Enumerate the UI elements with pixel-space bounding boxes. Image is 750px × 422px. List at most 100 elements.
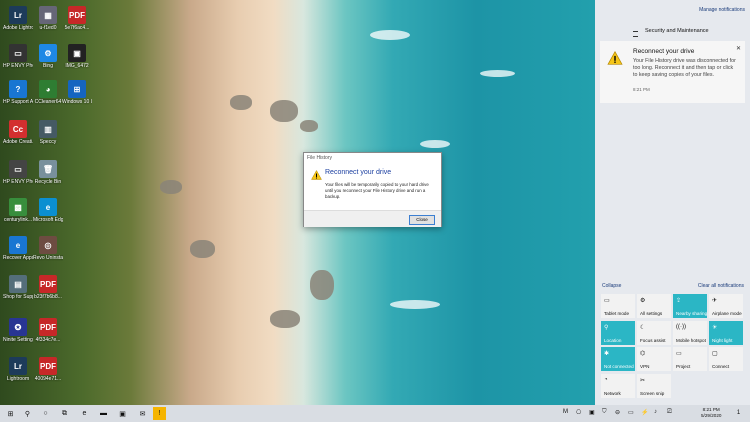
app-icon: ◕ (39, 80, 57, 98)
close-button[interactable]: Close (409, 215, 435, 225)
desktop-icon[interactable]: ✪ Ninite Settings (3, 318, 33, 343)
desktop-icon[interactable]: ▭HP ENVY Photo 71... (3, 160, 33, 185)
tray-icon[interactable]: M (563, 409, 568, 415)
desktop-icon[interactable]: ◎Revo Uninstaller (33, 236, 63, 261)
clear-all-notifications-link[interactable]: Clear all notifications (698, 283, 744, 289)
desktop-icon-label: Windows 10 Update A... (62, 99, 92, 105)
quick-action-tile[interactable]: ▭ Project (673, 347, 707, 371)
tile-icon: ☾ (640, 324, 646, 331)
desktop-icon[interactable]: LrAdobe Lightroom (3, 6, 33, 31)
desktop-icon[interactable]: ▣ IMG_6472 (62, 44, 92, 69)
wallpaper-rock (190, 240, 215, 258)
notification-time: 8:21 PM (633, 87, 650, 92)
quick-action-tile[interactable]: ☾ Focus assist (637, 320, 671, 345)
desktop-icon[interactable]: ⚙ Bing (33, 44, 63, 69)
tile-icon: ⚲ (604, 324, 609, 331)
desktop-icon[interactable]: ▥ Speccy (33, 120, 63, 145)
notification-center-button[interactable]: 1 (733, 408, 744, 419)
notification-title: Reconnect your drive (633, 48, 695, 55)
cortana-button[interactable]: ○ (39, 407, 52, 420)
warning-icon (607, 51, 623, 65)
desktop-icon[interactable]: ▭HP ENVY Photo 7... (3, 44, 33, 69)
action-center: Manage notifications Security and Mainte… (595, 0, 750, 405)
desktop-wallpaper: LrAdobe Lightroom▦u-f1ed0PDF5e7f6ac4... ▭… (0, 0, 595, 405)
tray-icon[interactable]: ⛉ (602, 409, 607, 416)
dialog-footer: Close (304, 210, 441, 227)
quick-action-tile[interactable]: ▭ Tablet mode (601, 294, 635, 318)
desktop-icon[interactable]: PDF 5e7f6ac4... (62, 6, 92, 31)
desktop-icon[interactable]: PDF b23f7b6b8... (33, 275, 63, 300)
desktop-icon[interactable]: ▦ u-f1ed0 (33, 6, 63, 31)
quick-action-tile[interactable]: ✱ Not connected (601, 347, 635, 371)
app-icon: 🗑 (39, 160, 57, 178)
dialog-heading: Reconnect your drive (325, 169, 392, 176)
desktop-icon[interactable]: e Recover Apps (3, 236, 33, 261)
store-taskbar[interactable]: ▣ (116, 407, 129, 420)
wallpaper-wave (420, 140, 450, 148)
tile-icon: ▭ (676, 351, 682, 357)
desktop-icon[interactable]: eMicrosoft Edge (33, 198, 63, 223)
tray-icon[interactable]: ♪ (654, 409, 657, 415)
start-button[interactable]: ⊞ (4, 407, 17, 420)
tray-icon[interactable]: ⊖ (615, 409, 620, 416)
app-icon: ▭ (9, 44, 27, 62)
warning-icon (311, 170, 322, 180)
desktop-icon[interactable]: ?HP Support Assistant (3, 80, 33, 105)
quick-action-tile[interactable]: ((·)) Mobile hotspot (673, 320, 707, 345)
wallpaper-rock (270, 310, 300, 328)
desktop-icon[interactable]: PDF 4f334c7e... (33, 318, 63, 343)
tray-icon[interactable]: ▭ (628, 409, 634, 416)
file-history-taskbar[interactable]: ! (153, 407, 166, 420)
tile-label: All settings (640, 311, 663, 316)
quick-action-tile[interactable]: ✈ Airplane mode (709, 294, 743, 318)
desktop-icon[interactable]: 🗑 Recycle Bin (33, 160, 63, 185)
tile-label: Focus assist (640, 337, 666, 343)
tray-icon[interactable]: ⎔ (576, 409, 581, 416)
task-view-button[interactable]: ⧉ (58, 407, 71, 420)
quick-action-tile[interactable]: ⚙ All settings (637, 294, 671, 318)
quick-action-tile[interactable]: ▢ Connect (709, 347, 743, 371)
dialog-body: Reconnect your drive Your files will be … (304, 164, 441, 210)
taskbar-clock[interactable]: 8:21 PM 5/29/2020 (701, 407, 721, 419)
file-explorer-taskbar[interactable]: ▬ (97, 407, 110, 420)
tray-icon[interactable]: ⎚ (667, 409, 672, 416)
desktop-icon-label: HP ENVY Photo 71... (3, 179, 33, 185)
notification-body: Your File History drive was disconnected… (633, 58, 736, 78)
collapse-link[interactable]: Collapse (602, 283, 621, 289)
wallpaper-wave (390, 300, 440, 309)
desktop-icon[interactable]: ◕ CCleaner64 (33, 80, 63, 105)
manage-notifications-link[interactable]: Manage notifications (699, 7, 745, 13)
edge-taskbar[interactable]: e (78, 407, 91, 420)
wallpaper-rock (160, 180, 182, 194)
tray-icon[interactable]: ▣ (589, 409, 595, 416)
desktop-icon[interactable]: PDF 40094e71... (33, 357, 63, 382)
notification-card[interactable]: ✕ Reconnect your drive Your File History… (600, 41, 745, 103)
tile-icon: ((·)) (676, 323, 686, 330)
quick-action-tile[interactable]: ⌬ VPN (637, 347, 671, 371)
tile-icon: ◔ (604, 376, 608, 383)
quick-action-tile[interactable]: ☀ Night light (709, 320, 743, 345)
desktop-icon[interactable]: ▤Shop for Supp... (3, 275, 33, 300)
desktop-icon-label: Recover Apps (3, 255, 33, 261)
tray-icon[interactable]: ⚡ (641, 409, 648, 416)
quick-action-tile[interactable]: ⚲ Location (601, 320, 635, 345)
app-icon: PDF (68, 6, 86, 24)
quick-action-tile[interactable]: ✂ Screen snip (637, 373, 671, 398)
quick-action-tile[interactable]: ◔ Network (601, 373, 635, 398)
desktop-icon-label: Recycle Bin (34, 179, 62, 185)
tile-icon: ✈ (712, 298, 718, 304)
search-button[interactable]: ⚲ (21, 407, 34, 420)
app-icon: PDF (39, 275, 57, 293)
mail-taskbar[interactable]: ✉ (136, 407, 149, 420)
tile-label: Connect (712, 364, 730, 369)
app-icon: ▣ (68, 44, 86, 62)
desktop-icon[interactable]: ▩ centurylink... (3, 198, 33, 223)
desktop-icon-label: centurylink... (3, 217, 33, 223)
quick-action-tile[interactable]: ⇪ Nearby sharing (673, 294, 707, 318)
tile-icon: ▢ (712, 351, 718, 357)
desktop-icon[interactable]: ⊞Windows 10 Update A... (62, 80, 92, 105)
desktop-icon-label: Ninite Settings (3, 337, 33, 343)
close-icon[interactable]: ✕ (736, 45, 741, 52)
desktop-icon[interactable]: Lr Lightroom (3, 357, 33, 382)
desktop-icon[interactable]: CcAdobe Creati... (3, 120, 33, 145)
